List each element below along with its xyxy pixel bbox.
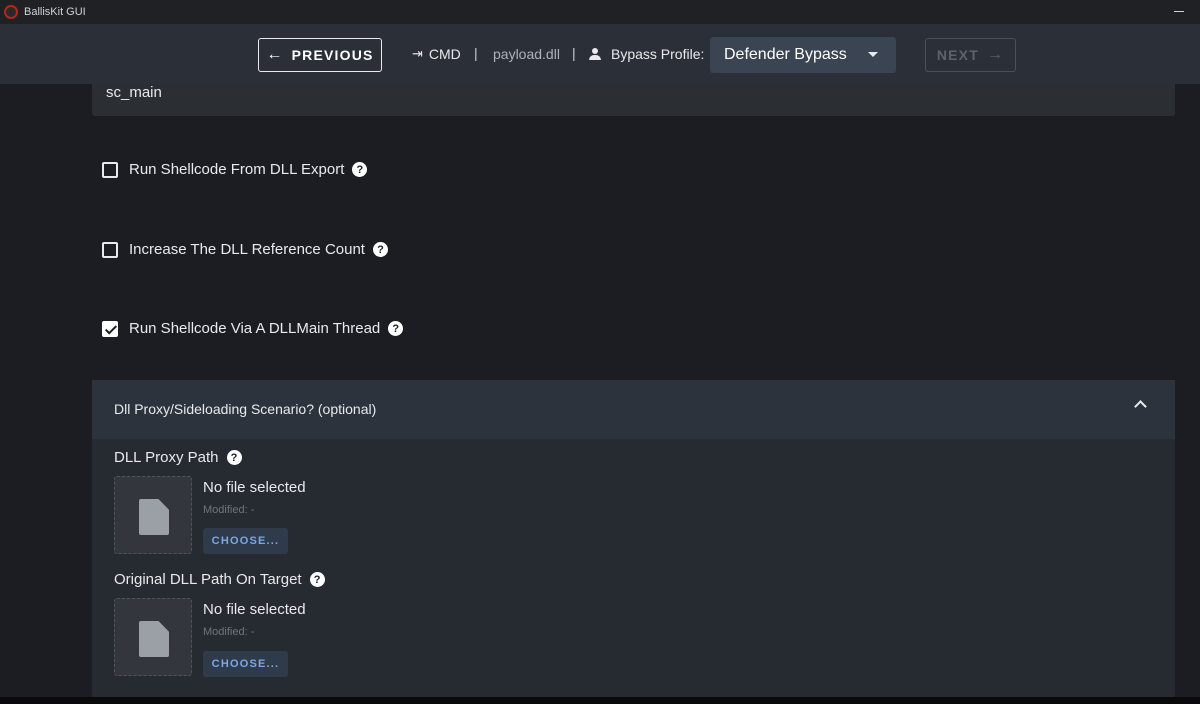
help-icon[interactable]: ? (388, 321, 404, 336)
top-toolbar: ← PREVIOUS ⇥ CMD | payload.dll | Bypass … (0, 24, 1200, 84)
next-button[interactable]: NEXT → (925, 38, 1016, 72)
option-label: Increase The DLL Reference Count (129, 241, 365, 258)
original-dll-path-label: Original DLL Path On Target ? (114, 571, 325, 588)
file-name: No file selected (203, 601, 306, 618)
app-logo-icon (4, 5, 18, 19)
file-modified: Modified: - (203, 626, 255, 638)
option-label: Run Shellcode Via A DLLMain Thread (129, 320, 381, 337)
caret-down-icon (868, 52, 878, 57)
export-name-field[interactable]: sc_main (92, 84, 1175, 116)
title-bar: BallisKit GUI (0, 0, 1200, 24)
export-name-value: sc_main (106, 84, 162, 101)
file-thumbnail[interactable] (114, 598, 192, 676)
option-increase-refcount[interactable]: Increase The DLL Reference Count ? (102, 241, 388, 258)
bypass-profile-label: Bypass Profile: (589, 46, 704, 62)
file-icon (139, 621, 169, 657)
checkbox-run-from-export[interactable] (102, 161, 118, 178)
chevron-up-icon[interactable] (1134, 400, 1147, 413)
dll-proxy-panel: Dll Proxy/Sideloading Scenario? (optiona… (92, 380, 1175, 704)
choose-file-button[interactable]: CHOOSE... (203, 651, 288, 677)
previous-label: PREVIOUS (291, 47, 374, 63)
previous-button[interactable]: ← PREVIOUS (258, 38, 382, 72)
payload-name: payload.dll (493, 46, 560, 62)
dll-proxy-path-label: DLL Proxy Path ? (114, 449, 242, 466)
dll-proxy-panel-header[interactable]: Dll Proxy/Sideloading Scenario? (optiona… (92, 380, 1175, 439)
next-label: NEXT (936, 47, 979, 63)
separator: | (572, 45, 576, 61)
help-icon[interactable]: ? (372, 242, 388, 257)
separator: | (474, 45, 478, 61)
login-icon: ⇥ (412, 46, 423, 61)
window-title: BallisKit GUI (24, 6, 86, 18)
cmd-label: CMD (428, 46, 461, 62)
option-dllmain-thread[interactable]: Run Shellcode Via A DLLMain Thread ? (102, 320, 404, 337)
file-thumbnail[interactable] (114, 476, 192, 554)
help-icon[interactable]: ? (352, 162, 368, 177)
cmd-indicator: ⇥ CMD (412, 46, 461, 62)
panel-title: Dll Proxy/Sideloading Scenario? (optiona… (114, 401, 377, 417)
choose-file-button[interactable]: CHOOSE... (203, 528, 288, 554)
arrow-left-icon: ← (266, 46, 284, 63)
option-label: Run Shellcode From DLL Export (129, 161, 345, 178)
help-icon[interactable]: ? (226, 450, 242, 465)
arrow-right-icon: → (986, 46, 1005, 63)
file-label-text: Original DLL Path On Target (114, 571, 302, 588)
bypass-profile-text: Bypass Profile: (611, 46, 705, 62)
person-icon (589, 48, 601, 60)
minimize-icon[interactable] (1174, 11, 1184, 12)
file-name: No file selected (203, 479, 306, 496)
file-icon (139, 499, 169, 535)
bottom-edge (0, 697, 1200, 704)
bypass-profile-value: Defender Bypass (724, 46, 847, 63)
bypass-profile-select[interactable]: Defender Bypass (710, 37, 896, 73)
help-icon[interactable]: ? (309, 572, 325, 587)
option-run-from-export[interactable]: Run Shellcode From DLL Export ? (102, 161, 368, 178)
checkbox-increase-refcount[interactable] (102, 241, 118, 258)
file-label-text: DLL Proxy Path (114, 449, 219, 466)
file-modified: Modified: - (203, 504, 255, 516)
checkbox-dllmain-thread[interactable] (102, 320, 118, 337)
